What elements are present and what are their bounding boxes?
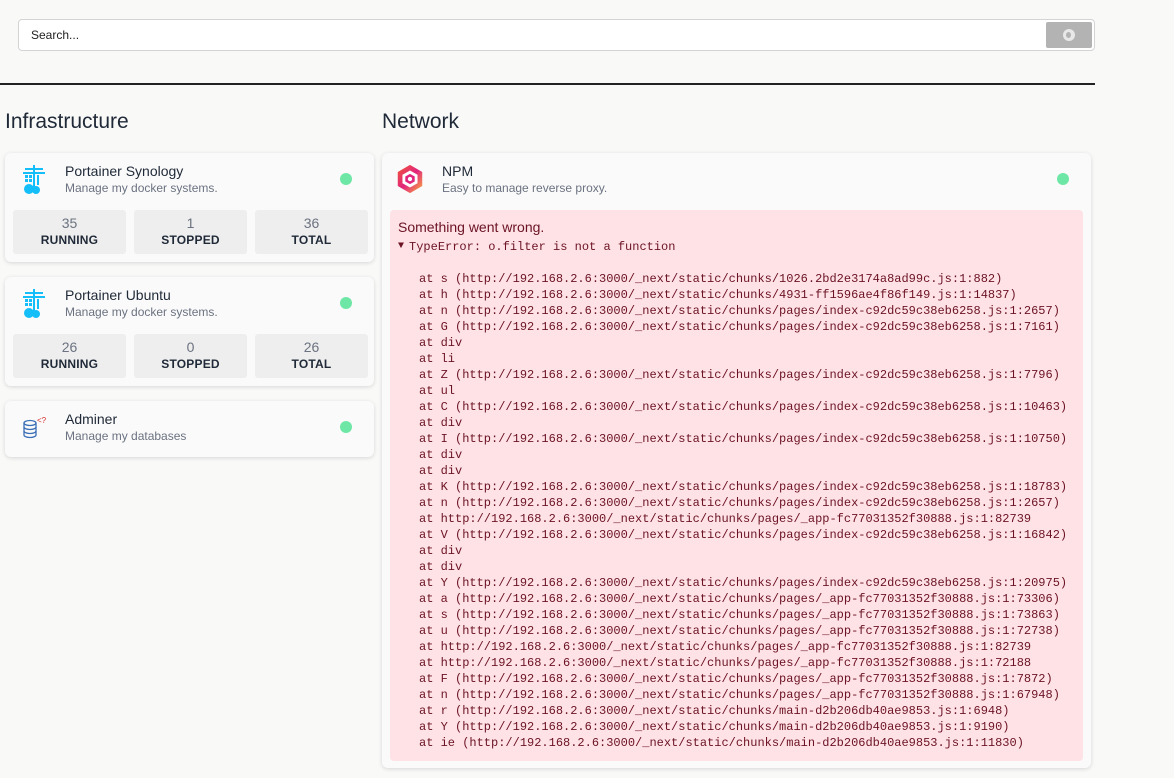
error-stack-trace: at s (http://192.168.2.6:3000/_next/stat… — [398, 271, 1075, 751]
stat-value: 35 — [61, 215, 78, 231]
service-name: Portainer Ubuntu — [65, 287, 171, 303]
error-title: Something went wrong. — [398, 219, 545, 235]
stack-trace-line: at F (http://192.168.2.6:3000/_next/stat… — [419, 672, 1053, 686]
service-name: NPM — [442, 163, 474, 179]
search-engine-icon — [1063, 29, 1075, 41]
service-name: Portainer Synology — [65, 163, 184, 179]
stack-trace-line: at G (http://192.168.2.6:3000/_next/stat… — [419, 320, 1060, 334]
stat-total: 36 TOTAL — [255, 210, 368, 254]
service-description: Manage my docker systems. — [65, 305, 218, 319]
stack-trace-line: at Y (http://192.168.2.6:3000/_next/stat… — [419, 576, 1068, 590]
service-card-adminer[interactable]: <? Adminer Manage my databases — [5, 401, 374, 457]
container-stats: 26 RUNNING 0 STOPPED 26 TOTAL — [13, 334, 368, 378]
portainer-icon — [23, 289, 45, 318]
stat-label: RUNNING — [40, 357, 99, 371]
stack-trace-line: at h (http://192.168.2.6:3000/_next/stat… — [419, 288, 1017, 302]
portainer-icon — [23, 165, 45, 194]
stack-trace-line: at http://192.168.2.6:3000/_next/static/… — [419, 640, 1032, 654]
container-stats: 35 RUNNING 1 STOPPED 36 TOTAL — [13, 210, 368, 254]
stack-trace-line: at u (http://192.168.2.6:3000/_next/stat… — [419, 624, 1060, 638]
widget-error-box: Something went wrong. ▼ TypeError: o.fil… — [390, 210, 1083, 761]
stack-trace-line: at n (http://192.168.2.6:3000/_next/stat… — [419, 304, 1060, 318]
service-description: Manage my docker systems. — [65, 181, 218, 195]
stat-stopped: 0 STOPPED — [134, 334, 247, 378]
stack-trace-line: at Y (http://192.168.2.6:3000/_next/stat… — [419, 720, 1010, 734]
status-indicator — [340, 297, 352, 309]
stack-trace-line: at div — [419, 336, 463, 350]
status-indicator — [340, 173, 352, 185]
stat-stopped: 1 STOPPED — [134, 210, 247, 254]
stack-trace-line: at div — [419, 560, 463, 574]
stack-trace-line: at div — [419, 544, 463, 558]
stat-value: 26 — [61, 339, 78, 355]
stack-trace-line: at r (http://192.168.2.6:3000/_next/stat… — [419, 704, 1010, 718]
stack-trace-line: at ie (http://192.168.2.6:3000/_next/sta… — [419, 736, 1024, 750]
infrastructure-section-title: Infrastructure — [5, 110, 129, 133]
stack-trace-line: at li — [419, 352, 456, 366]
adminer-icon: <? — [23, 416, 47, 439]
status-indicator — [340, 421, 352, 433]
stack-trace-line: at Z (http://192.168.2.6:3000/_next/stat… — [419, 368, 1060, 382]
stat-value: 26 — [303, 339, 320, 355]
stat-value: 36 — [303, 215, 320, 231]
stat-label: RUNNING — [40, 233, 99, 247]
search-button[interactable] — [1046, 22, 1092, 48]
stat-total: 26 TOTAL — [255, 334, 368, 378]
error-details-toggle[interactable]: ▼ TypeError: o.filter is not a function — [398, 240, 1075, 254]
stat-value: 0 — [186, 339, 195, 355]
triangle-down-icon: ▼ — [398, 241, 405, 252]
stack-trace-line: at I (http://192.168.2.6:3000/_next/stat… — [419, 432, 1068, 446]
stat-running: 35 RUNNING — [13, 210, 126, 254]
search-bar — [18, 19, 1095, 51]
stack-trace-line: at K (http://192.168.2.6:3000/_next/stat… — [419, 480, 1068, 494]
stack-trace-line: at s (http://192.168.2.6:3000/_next/stat… — [419, 272, 1003, 286]
stack-trace-line: at http://192.168.2.6:3000/_next/static/… — [419, 512, 1032, 526]
network-section-title: Network — [382, 110, 460, 133]
search-input[interactable] — [19, 20, 1044, 50]
service-name: Adminer — [65, 411, 118, 427]
status-indicator — [1057, 173, 1069, 185]
stack-trace-line: at ul — [419, 384, 456, 398]
stat-value: 1 — [186, 215, 195, 231]
stat-label: TOTAL — [291, 357, 332, 371]
stack-trace-line: at s (http://192.168.2.6:3000/_next/stat… — [419, 608, 1060, 622]
service-description: Manage my databases — [65, 429, 187, 443]
service-description: Easy to manage reverse proxy. — [442, 181, 608, 195]
stat-label: TOTAL — [291, 233, 332, 247]
stack-trace-line: at C (http://192.168.2.6:3000/_next/stat… — [419, 400, 1068, 414]
service-card-portainer-ubuntu[interactable]: Portainer Ubuntu Manage my docker system… — [5, 277, 374, 386]
service-card-npm[interactable]: NPM Easy to manage reverse proxy. Someth… — [382, 153, 1091, 768]
stack-trace-line: at div — [419, 464, 463, 478]
npm-hexagon-icon — [397, 164, 423, 194]
stat-running: 26 RUNNING — [13, 334, 126, 378]
stat-label: STOPPED — [161, 357, 220, 371]
stack-trace-line: at n (http://192.168.2.6:3000/_next/stat… — [419, 688, 1060, 702]
stack-trace-line: at http://192.168.2.6:3000/_next/static/… — [419, 656, 1032, 670]
stack-trace-line: at V (http://192.168.2.6:3000/_next/stat… — [419, 528, 1068, 542]
stat-label: STOPPED — [161, 233, 220, 247]
header-divider — [0, 83, 1095, 85]
stack-trace-line: at a (http://192.168.2.6:3000/_next/stat… — [419, 592, 1060, 606]
svg-text:<?: <? — [37, 416, 47, 425]
error-summary: TypeError: o.filter is not a function — [409, 240, 676, 254]
service-card-portainer-synology[interactable]: Portainer Synology Manage my docker syst… — [5, 153, 374, 262]
stack-trace-line: at div — [419, 416, 463, 430]
stack-trace-line: at n (http://192.168.2.6:3000/_next/stat… — [419, 496, 1060, 510]
stack-trace-line: at div — [419, 448, 463, 462]
